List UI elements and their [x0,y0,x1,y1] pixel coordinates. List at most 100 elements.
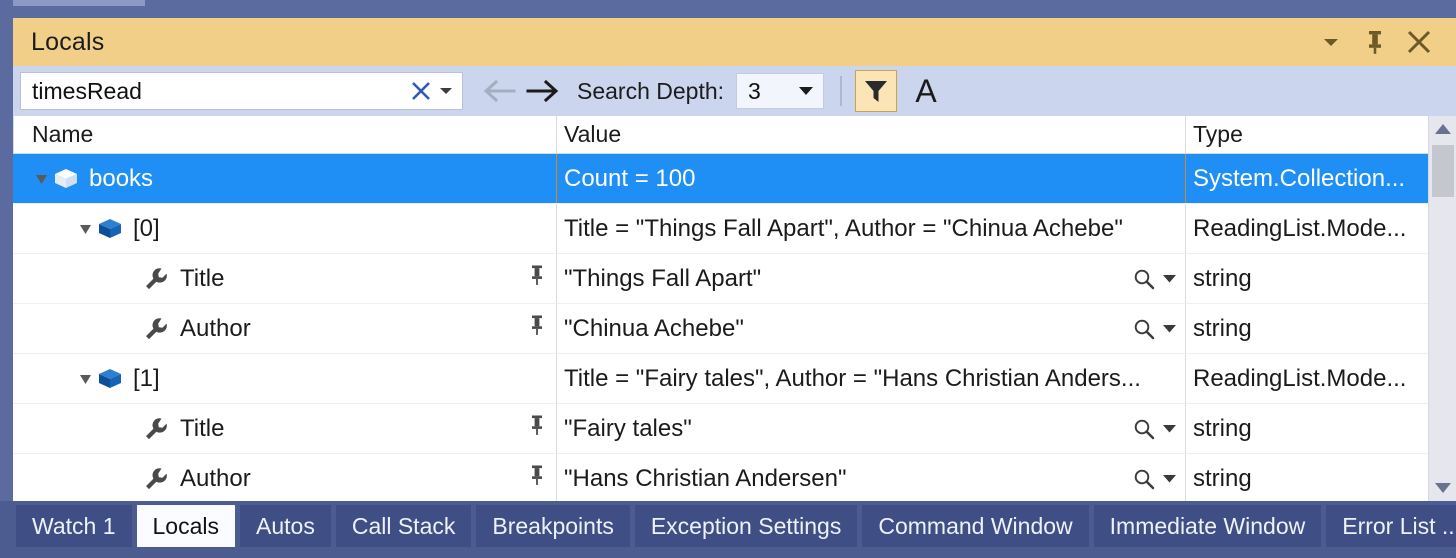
cell-name[interactable]: Title [13,254,556,303]
cell-value[interactable]: "Chinua Achebe" [556,304,1185,353]
table-row[interactable]: [0] Title = "Things Fall Apart", Author =… [13,204,1428,254]
locals-window: Locals timesRead Search Depth: 3 A Name … [0,0,1456,558]
tab-autos[interactable]: Autos [240,505,331,547]
expand-collapse-triangle-icon[interactable] [32,169,52,189]
table-row[interactable]: Title "Things Fall Apart" string [13,254,1428,304]
chevron-down-icon [1163,275,1176,283]
cell-name[interactable]: books [13,154,556,203]
text-visualizer-group[interactable] [1133,318,1177,340]
cell-value[interactable]: "Things Fall Apart" [556,254,1185,303]
wrench-icon [141,466,171,492]
cube-icon [96,217,124,241]
cell-name[interactable]: [1] [13,354,556,403]
search-box[interactable] [20,72,463,110]
cell-value[interactable]: "Hans Christian Andersen" [556,454,1185,501]
text-visualizer-group[interactable] [1133,418,1177,440]
tab-breakpoints[interactable]: Breakpoints [476,505,630,547]
variable-name: Author [180,314,251,342]
search-input[interactable] [21,77,406,105]
search-icon [1134,319,1155,339]
wrench-icon [141,316,171,342]
wrench-icon [141,266,171,292]
cell-type[interactable]: ReadingList.Mode... [1185,354,1428,403]
toolbar-separator [840,76,843,106]
cell-type[interactable]: System.Collection... [1185,154,1428,203]
tab-watch-1[interactable]: Watch 1 [16,505,132,547]
search-previous-arrow-icon[interactable] [477,71,521,111]
twisty-placeholder [121,319,141,339]
tab-error-list[interactable]: Error List ... [1326,505,1456,547]
scrollbar-thumb[interactable] [1431,145,1454,197]
column-header-name[interactable]: Name [13,116,556,153]
chevron-down-icon[interactable] [1316,27,1346,57]
column-header-type[interactable]: Type [1185,116,1428,153]
search-depth-label: Search Depth: [577,77,725,104]
page-title: Locals [31,27,105,56]
cell-value[interactable]: Count = 100 [556,154,1185,203]
pin-value-icon[interactable] [529,414,545,443]
cell-type[interactable]: string [1185,304,1428,353]
window-top-accent-strip [13,0,145,6]
cell-name[interactable]: Title [13,404,556,453]
grid-vertical-scrollbar[interactable] [1428,116,1456,501]
close-icon[interactable] [1404,27,1434,57]
pin-value-icon[interactable] [529,464,545,493]
table-row[interactable]: Title "Fairy tales" string [13,404,1428,454]
tab-call-stack[interactable]: Call Stack [335,505,472,547]
text-search-button[interactable]: A [906,71,946,111]
search-icon [1134,469,1155,489]
pin-value-icon[interactable] [529,264,545,293]
tab-command-window[interactable]: Command Window [862,505,1089,547]
cell-type[interactable]: string [1185,254,1428,303]
tab-exception-settings[interactable]: Exception Settings [634,505,858,547]
table-row[interactable]: books Count = 100 System.Collection... [13,154,1428,204]
variable-name: [0] [133,214,160,242]
pin-icon[interactable] [1360,27,1390,57]
search-next-arrow-icon[interactable] [521,71,565,111]
cell-name[interactable]: [0] [13,204,556,253]
text-visualizer-group[interactable] [1133,468,1177,490]
expand-collapse-triangle-icon[interactable] [76,219,96,239]
scroll-down-arrow-icon[interactable] [1429,475,1456,501]
search-depth-dropdown[interactable]: 3 [736,73,825,109]
variable-type: System.Collection... [1193,164,1406,192]
cell-name[interactable]: Author [13,304,556,353]
search-depth-value: 3 [748,77,761,104]
table-row[interactable]: [1] Title = "Fairy tales", Author = "Hans… [13,354,1428,404]
cell-value[interactable]: Title = "Things Fall Apart", Author = "C… [556,204,1185,253]
cell-type[interactable]: string [1185,404,1428,453]
table-row[interactable]: Author "Chinua Achebe" string [13,304,1428,354]
variable-value: "Chinua Achebe" [564,314,744,342]
variable-type: ReadingList.Mode... [1193,214,1407,242]
chevron-down-icon [1163,325,1176,333]
variable-type: string [1193,464,1252,492]
twisty-placeholder [121,419,141,439]
variable-type: string [1193,264,1252,292]
pin-value-icon[interactable] [529,314,545,343]
tab-locals[interactable]: Locals [136,505,235,547]
cube-icon [96,367,124,391]
cell-name[interactable]: Author [13,454,556,501]
cell-value[interactable]: "Fairy tales" [556,404,1185,453]
tab-immediate-window[interactable]: Immediate Window [1093,505,1322,547]
table-row[interactable]: Author "Hans Christian Andersen" string [13,454,1428,501]
cell-type[interactable]: ReadingList.Mode... [1185,204,1428,253]
expand-collapse-triangle-icon[interactable] [76,369,96,389]
variable-value: Title = "Things Fall Apart", Author = "C… [564,214,1123,242]
search-options-chevron-down-icon[interactable] [436,73,462,109]
text-visualizer-group[interactable] [1133,268,1177,290]
wrench-icon [141,416,171,442]
cell-value[interactable]: Title = "Fairy tales", Author = "Hans Ch… [556,354,1185,403]
funnel-icon [865,81,888,102]
filter-toggle-button[interactable] [855,70,898,112]
chevron-down-icon [1163,425,1176,433]
variable-name: Title [180,414,225,442]
cell-type[interactable]: string [1185,454,1428,501]
clear-search-icon[interactable] [406,73,436,109]
variable-value: "Things Fall Apart" [564,264,762,292]
search-icon [1134,269,1155,289]
grid-body: books Count = 100 System.Collection... [0] T… [13,154,1428,501]
scroll-up-arrow-icon[interactable] [1429,116,1456,142]
grid-rows-viewport: Name Value Type books Count = 100 System.C… [13,116,1428,501]
column-header-value[interactable]: Value [556,116,1185,153]
